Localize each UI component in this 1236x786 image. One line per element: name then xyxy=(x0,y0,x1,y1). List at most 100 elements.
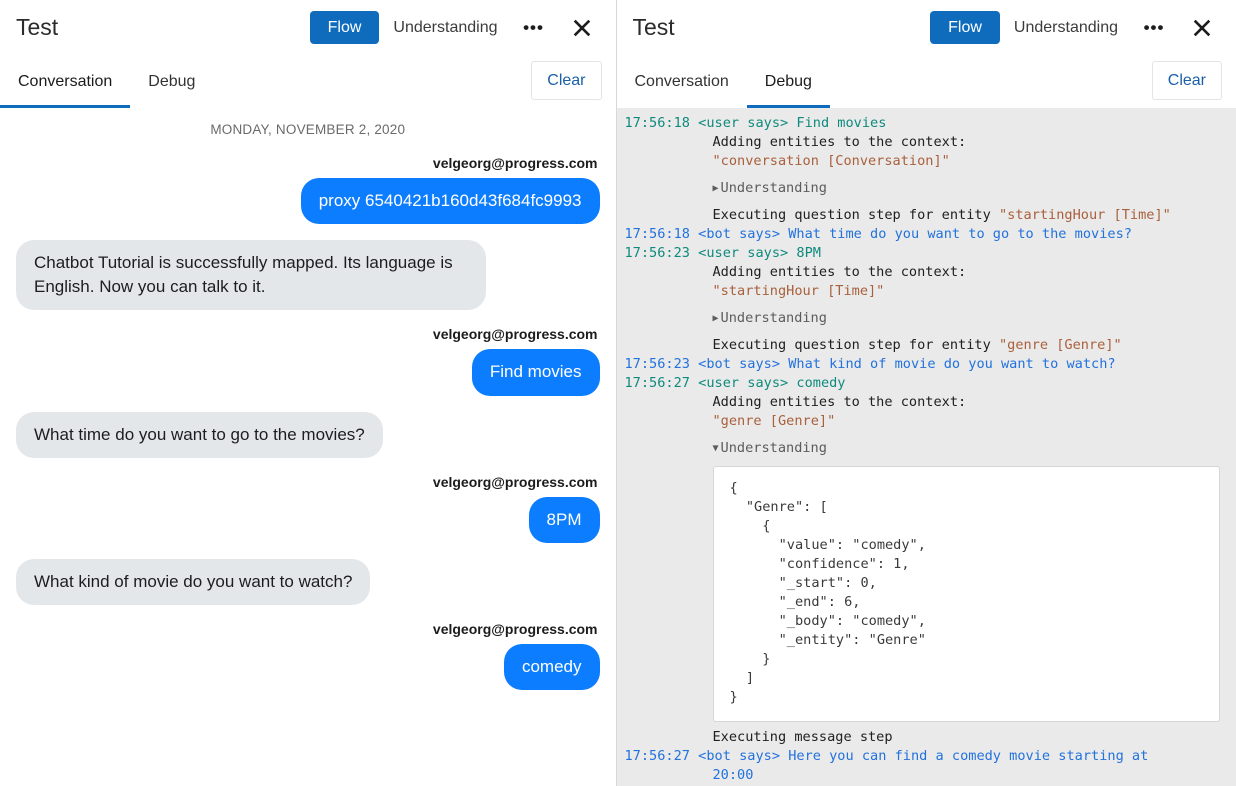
log-speaker: <user says> xyxy=(689,115,797,131)
left-test-panel: Test Flow Understanding ••• Conversation… xyxy=(0,0,616,786)
log-speaker: <bot says> xyxy=(689,748,789,764)
left-tabs: Conversation Debug xyxy=(0,55,213,108)
debug-log-line: "genre [Genre]" xyxy=(625,412,1229,431)
chevron-right-icon: ▶ xyxy=(712,183,719,194)
understanding-json-block: { "Genre": [ { "value": "comedy", "confi… xyxy=(712,466,1220,722)
bot-message-bubble: Chatbot Tutorial is successfully mapped.… xyxy=(16,240,486,311)
log-text: 20:00 xyxy=(712,767,754,783)
conversation-date-divider: MONDAY, NOVEMBER 2, 2020 xyxy=(210,122,406,137)
user-message-bubble: proxy 6540421b160d43f684fc9993 xyxy=(300,178,600,225)
debug-log-line: 17:56:18 <user says> Find movies xyxy=(625,114,1229,133)
right-tabs: Conversation Debug xyxy=(617,55,831,108)
chevron-down-icon: ▼ xyxy=(712,443,719,454)
user-message-bubble: Find movies xyxy=(471,349,600,396)
conversation-message-list: velgeorg@progress.com proxy 6540421b160d4… xyxy=(16,155,600,690)
tab-conversation-right[interactable]: Conversation xyxy=(617,55,747,108)
chevron-right-icon: ▶ xyxy=(712,313,719,324)
disclosure-label: Understanding xyxy=(720,180,827,196)
right-flow-button[interactable]: Flow xyxy=(930,10,1000,45)
right-tabbar: Conversation Debug Clear xyxy=(616,55,1236,108)
message-row: Chatbot Tutorial is successfully mapped.… xyxy=(16,240,600,311)
log-speaker: <bot says> xyxy=(689,356,789,372)
understanding-disclosure-toggle[interactable]: ▼ Understanding xyxy=(625,439,1229,458)
bot-message-bubble: What time do you want to go to the movie… xyxy=(16,411,383,458)
left-flow-button[interactable]: Flow xyxy=(309,10,380,45)
conversation-body[interactable]: MONDAY, NOVEMBER 2, 2020 velgeorg@progre… xyxy=(0,108,616,786)
message-row: velgeorg@progress.com comedy xyxy=(16,621,600,690)
log-text: Adding entities to the context: xyxy=(712,394,967,410)
ellipsis-icon: ••• xyxy=(1143,18,1165,37)
right-understanding-button[interactable]: Understanding xyxy=(1000,11,1132,45)
debug-log-line: Executing question step for entity "genr… xyxy=(625,336,1229,355)
understanding-disclosure-toggle[interactable]: ▶ Understanding xyxy=(625,309,1229,328)
log-timestamp: 17:56:27 xyxy=(624,375,690,391)
debug-log-line: 17:56:23 <bot says> What kind of movie d… xyxy=(625,355,1229,374)
debug-log-line: 20:00 xyxy=(625,766,1229,785)
left-understanding-button[interactable]: Understanding xyxy=(379,11,511,45)
log-speaker: <bot says> xyxy=(689,226,789,242)
log-timestamp: 17:56:23 xyxy=(624,356,690,372)
message-row: What time do you want to go to the movie… xyxy=(16,411,600,458)
log-text: What kind of movie do you want to watch? xyxy=(788,356,1116,372)
message-author: velgeorg@progress.com xyxy=(432,155,598,171)
log-timestamp: 17:56:18 xyxy=(624,226,690,242)
message-row: velgeorg@progress.com Find movies xyxy=(16,326,600,396)
log-entity-text: "startingHour [Time]" xyxy=(712,283,885,299)
left-close-button[interactable] xyxy=(562,11,602,45)
log-timestamp: 17:56:23 xyxy=(624,245,690,261)
message-row: velgeorg@progress.com 8PM xyxy=(16,474,600,543)
log-text: Executing question step for entity xyxy=(712,337,999,353)
log-text: 8PM xyxy=(796,245,821,261)
log-text: Adding entities to the context: xyxy=(712,134,967,150)
right-header-actions: Flow Understanding ••• xyxy=(930,10,1222,45)
left-tabbar: Conversation Debug Clear xyxy=(0,55,616,108)
tab-debug-right[interactable]: Debug xyxy=(746,55,831,108)
message-author: velgeorg@progress.com xyxy=(432,473,598,490)
log-text: What time do you want to go to the movie… xyxy=(788,226,1132,242)
log-text: Find movies xyxy=(796,115,887,131)
log-text: Adding entities to the context: xyxy=(712,264,967,280)
left-header-actions: Flow Understanding ••• xyxy=(309,10,602,45)
right-clear-button[interactable]: Clear xyxy=(1151,61,1222,100)
log-entity-text: "startingHour [Time]" xyxy=(998,207,1171,223)
user-message-bubble: 8PM xyxy=(528,496,600,543)
disclosure-label: Understanding xyxy=(720,310,827,326)
log-speaker: <user says> xyxy=(689,375,797,391)
message-row: velgeorg@progress.com proxy 6540421b160d4… xyxy=(16,155,600,225)
debug-log-line: 17:56:27 <bot says> Here you can find a … xyxy=(625,747,1229,766)
right-close-button[interactable] xyxy=(1182,11,1222,45)
debug-log-line: Adding entities to the context: xyxy=(625,133,1229,152)
left-panel-header: Test Flow Understanding ••• xyxy=(0,0,616,55)
log-text: Here you can find a comedy movie startin… xyxy=(788,748,1149,764)
disclosure-label: Understanding xyxy=(720,440,827,456)
right-panel-title: Test xyxy=(632,14,675,40)
ellipsis-icon: ••• xyxy=(523,18,544,37)
log-entity-text: "genre [Genre]" xyxy=(998,337,1122,353)
log-text: Executing question step for entity xyxy=(712,207,999,223)
debug-log-line: 17:56:18 <bot says> What time do you wan… xyxy=(625,225,1229,244)
close-icon xyxy=(1193,19,1211,36)
debug-log-line: "conversation [Conversation]" xyxy=(625,152,1229,171)
debug-log-line: Executing message step xyxy=(625,728,1229,747)
debug-log-body[interactable]: 17:56:18 <user says> Find movies Adding e… xyxy=(616,108,1236,786)
debug-log-line: "startingHour [Time]" xyxy=(625,282,1229,301)
left-more-options-button[interactable]: ••• xyxy=(512,11,556,45)
log-text: comedy xyxy=(796,375,846,391)
log-speaker: <user says> xyxy=(689,245,797,261)
tab-debug-left[interactable]: Debug xyxy=(130,55,213,108)
right-more-options-button[interactable]: ••• xyxy=(1132,11,1176,45)
right-test-panel: Test Flow Understanding ••• Conversation… xyxy=(615,0,1236,786)
debug-log-line: 17:56:27 <user says> comedy xyxy=(625,374,1229,393)
debug-log-line: Executing question step for entity "star… xyxy=(625,206,1229,225)
right-panel-header: Test Flow Understanding ••• xyxy=(616,0,1236,55)
debug-log-line: Adding entities to the context: xyxy=(625,263,1229,282)
tab-conversation-left[interactable]: Conversation xyxy=(0,55,131,108)
left-panel-title: Test xyxy=(16,14,59,40)
understanding-disclosure-toggle[interactable]: ▶ Understanding xyxy=(625,179,1229,198)
debug-log-line: Adding entities to the context: xyxy=(625,393,1229,412)
log-entity-text: "conversation [Conversation]" xyxy=(712,153,950,169)
left-clear-button[interactable]: Clear xyxy=(531,61,602,100)
log-timestamp: 17:56:18 xyxy=(624,115,690,131)
message-row: What kind of movie do you want to watch? xyxy=(16,558,600,605)
close-icon xyxy=(573,19,590,36)
